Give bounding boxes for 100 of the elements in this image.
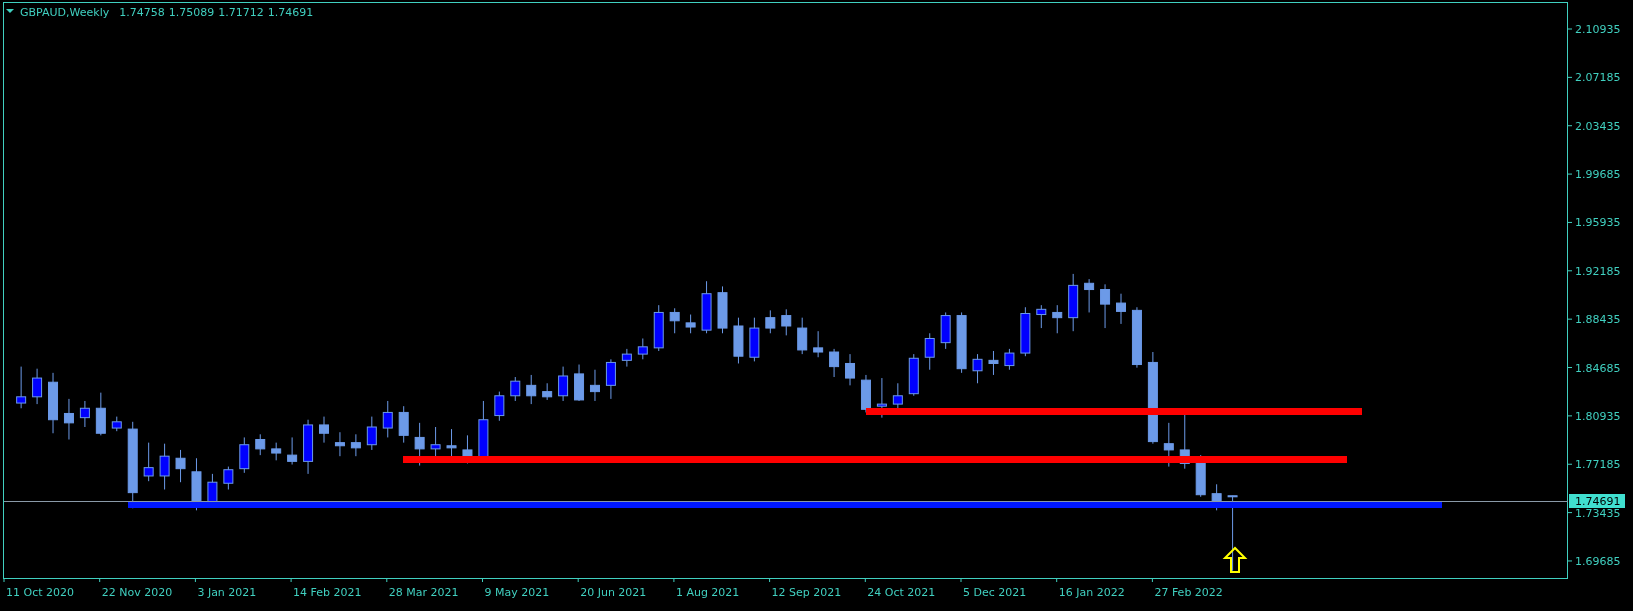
candlestick	[510, 376, 521, 402]
candlestick	[271, 442, 282, 461]
date-label: 27 Feb 2022	[1154, 586, 1223, 599]
candlestick	[1052, 304, 1063, 334]
candlestick	[717, 285, 728, 334]
candlestick	[175, 449, 186, 483]
candlestick	[733, 317, 744, 364]
price-label: 1.99685	[1575, 168, 1621, 182]
candlestick	[1131, 306, 1142, 369]
price-quote: 1.71712	[218, 6, 264, 19]
candlestick	[1068, 273, 1079, 332]
candlestick	[797, 317, 808, 355]
candlestick	[621, 348, 632, 368]
candlestick	[63, 398, 74, 440]
price-quote: 1.74691	[267, 6, 314, 19]
candlestick	[350, 433, 361, 457]
candlestick	[366, 416, 377, 451]
candlestick	[398, 405, 409, 444]
candlestick	[860, 374, 871, 413]
candlestick	[765, 309, 776, 334]
candlestick	[319, 416, 329, 444]
up-arrow-icon	[1222, 546, 1248, 573]
candlestick	[1020, 306, 1031, 357]
candlestick	[574, 364, 585, 402]
date-label: 14 Feb 2021	[293, 586, 362, 599]
candlestick	[701, 280, 712, 334]
price-label: 1.77185	[1575, 458, 1621, 472]
candlestick	[1100, 283, 1111, 329]
price-label: 1.73435	[1575, 506, 1621, 520]
candlestick	[16, 366, 27, 409]
date-label: 1 Aug 2021	[675, 586, 740, 599]
date-label: 3 Jan 2021	[197, 586, 257, 599]
price-label: 1.84685	[1575, 361, 1621, 375]
candlestick	[637, 338, 648, 360]
candlestick	[223, 466, 234, 490]
price-label: 1.92185	[1575, 264, 1621, 278]
price-label: 2.10935	[1575, 23, 1621, 36]
candlestick	[414, 422, 425, 467]
candlestick	[1211, 483, 1222, 511]
candlestick	[653, 304, 664, 352]
candlestick	[526, 374, 537, 405]
candlestick	[669, 307, 680, 334]
price-label: 1.80935	[1575, 409, 1621, 423]
candlestick	[1004, 348, 1015, 371]
candlestick	[813, 330, 824, 358]
candlestick	[446, 428, 457, 459]
candlestick	[876, 377, 887, 419]
candlestick	[95, 392, 106, 436]
candlestick	[111, 416, 122, 432]
candlestick	[239, 436, 250, 474]
price-quote: 1.75089	[168, 6, 215, 19]
candlestick	[1116, 293, 1126, 325]
date-label: 5 Dec 2021	[963, 586, 1027, 599]
price-label: 1.69685	[1575, 554, 1621, 568]
candlestick	[605, 358, 616, 400]
dropdown-triangle-icon[interactable]	[6, 9, 14, 13]
candlestick	[1195, 454, 1206, 498]
candlestick	[829, 348, 840, 378]
price-label: 2.07185	[1575, 71, 1621, 85]
candlestick	[956, 311, 967, 374]
candlestick	[303, 419, 314, 475]
date-label: 20 Jun 2021	[580, 586, 647, 599]
symbol-timeframe: GBPAUD,Weekly	[20, 6, 110, 19]
candlestick	[1163, 422, 1174, 468]
candlestick	[143, 442, 154, 482]
candlestick	[48, 372, 58, 434]
candlestick	[972, 353, 983, 384]
candlestick	[159, 443, 170, 490]
candlestick	[255, 433, 266, 456]
date-label: 11 Oct 2020	[6, 586, 74, 599]
candlestick	[845, 353, 855, 386]
candlestick	[988, 350, 999, 376]
date-label: 16 Jan 2022	[1058, 586, 1125, 599]
price-label: 2.03435	[1575, 119, 1621, 133]
date-label: 9 May 2021	[484, 586, 550, 599]
date-label: 22 Nov 2020	[101, 586, 173, 599]
candlestick	[382, 400, 393, 438]
candlestick	[940, 311, 951, 350]
candlestick	[334, 431, 345, 457]
candlestick	[749, 317, 760, 362]
current-price-tag: 1.74691	[1569, 494, 1625, 508]
candlestick	[191, 457, 202, 511]
candlestick	[781, 308, 792, 336]
price-label: 1.95935	[1575, 216, 1621, 230]
candlestick	[32, 368, 43, 405]
date-label: 12 Sep 2021	[771, 586, 842, 599]
candlestick	[79, 400, 90, 428]
candlestick	[685, 314, 696, 334]
date-label: 28 Mar 2021	[388, 586, 459, 599]
candlestick	[1084, 278, 1095, 313]
price-label: 1.88435	[1575, 313, 1621, 327]
price-quote: 1.74758	[119, 6, 165, 19]
candlestick	[542, 382, 553, 401]
candlestick	[558, 366, 569, 402]
candlestick	[1036, 304, 1047, 329]
candlestick	[494, 391, 505, 422]
candlestick	[924, 332, 935, 371]
date-label: 24 Oct 2021	[867, 586, 936, 599]
candlestick	[908, 353, 919, 397]
candlestick	[287, 436, 298, 465]
